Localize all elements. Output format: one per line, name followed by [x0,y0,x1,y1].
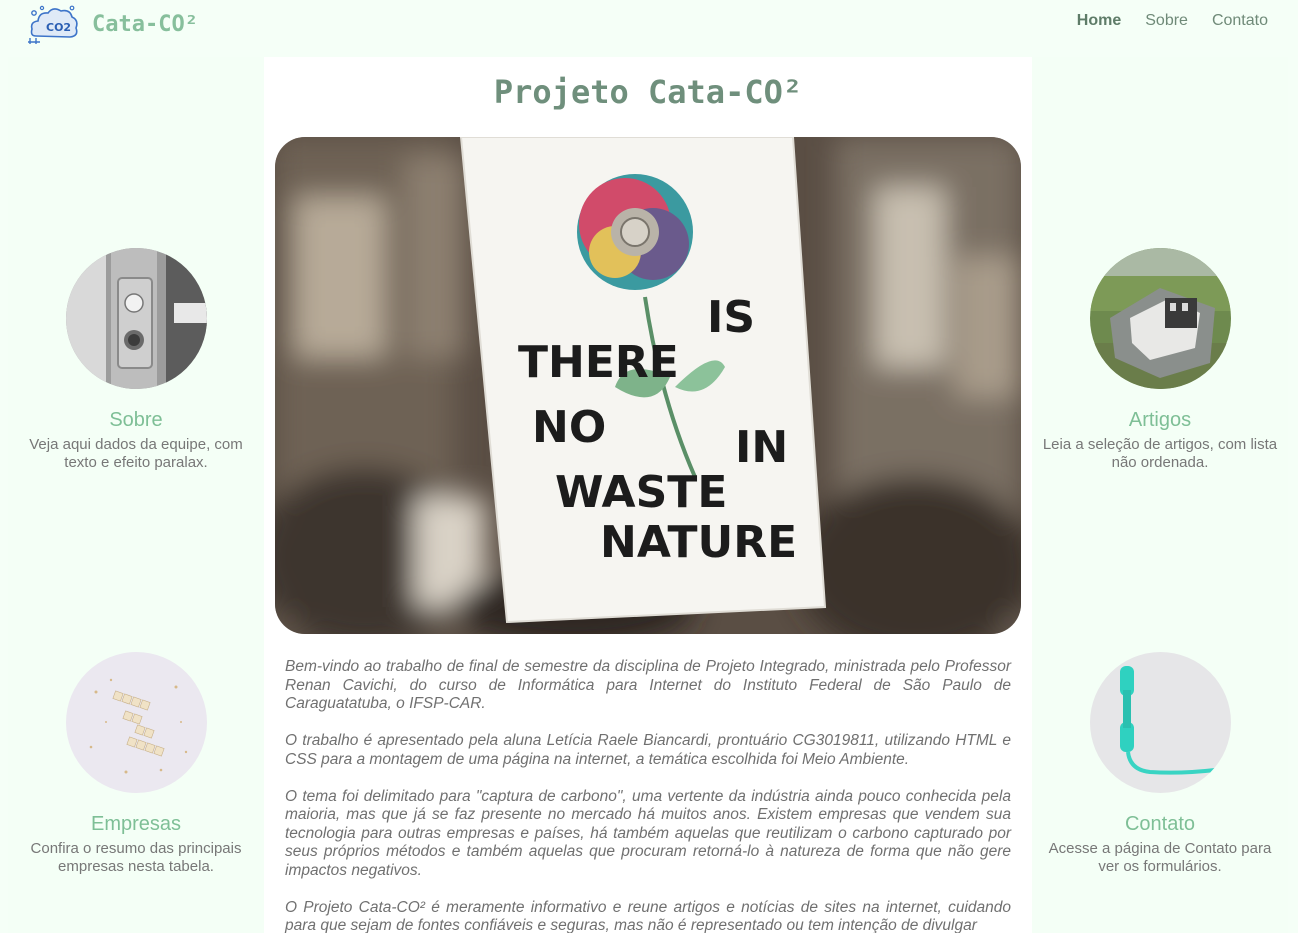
sobre-thumbnail[interactable] [65,248,207,389]
card-empresas-text: Confira o resumo das principais empresas… [30,840,242,875]
intro-text: Bem-vindo ao trabalho de final de semest… [285,658,1011,933]
card-artigos-title[interactable]: Artigos [1032,409,1288,432]
card-sobre-title[interactable]: Sobre [8,409,264,432]
hero-image: THERE IS NO WASTE IN NATURE [275,137,1021,634]
main-content: Projeto Cata-CO² THERE IS NO WASTE IN NA… [264,57,1032,933]
sign-word-there: THERE [518,337,679,388]
nav-home[interactable]: Home [1077,12,1121,30]
co2-cloud-logo-icon[interactable]: CO2 [26,2,80,46]
brand-name[interactable]: Cata-CO² [92,12,198,37]
sign-word-waste: WASTE [555,467,727,518]
intro-paragraph: Bem-vindo ao trabalho de final de semest… [285,658,1011,712]
empresas-thumbnail[interactable] [65,652,207,793]
right-sidebar: Artigos Leia a seleção de artigos, com l… [1032,57,1288,933]
sign-word-is: IS [707,292,755,343]
sign-word-nature: NATURE [600,517,797,568]
nav-sobre[interactable]: Sobre [1145,12,1188,30]
card-empresas-title[interactable]: Empresas [8,813,264,836]
svg-text:CO2: CO2 [46,21,71,34]
sign-word-in: IN [735,422,788,473]
card-artigos: Artigos Leia a seleção de artigos, com l… [1032,248,1288,472]
top-navbar: CO2 Cata-CO² Home Sobre Contato [0,0,1298,52]
contato-thumbnail[interactable] [1089,652,1231,793]
card-contato: Contato Acesse a página de Contato para … [1032,652,1288,876]
intro-paragraph: O Projeto Cata-CO² é meramente informati… [285,898,1011,933]
artigos-thumbnail[interactable] [1089,248,1231,389]
intro-paragraph: O tema foi delimitado para "captura de c… [285,787,1011,879]
intro-paragraph: O trabalho é apresentado pela aluna Letí… [285,732,1011,768]
page-title: Projeto Cata-CO² [493,73,803,111]
card-artigos-text: Leia a seleção de artigos, com lista não… [1042,436,1278,471]
nav-contato[interactable]: Contato [1212,12,1268,30]
card-sobre: Sobre Veja aqui dados da equipe, com tex… [8,248,264,472]
card-sobre-text: Veja aqui dados da equipe, com texto e e… [29,436,243,471]
card-contato-text: Acesse a página de Contato para ver os f… [1048,840,1272,875]
card-contato-title[interactable]: Contato [1032,813,1288,836]
main-nav: Home Sobre Contato [1077,12,1268,30]
left-sidebar: Sobre Veja aqui dados da equipe, com tex… [8,57,264,933]
sign-word-no: NO [532,402,606,453]
card-empresas: Empresas Confira o resumo das principais… [8,652,264,876]
